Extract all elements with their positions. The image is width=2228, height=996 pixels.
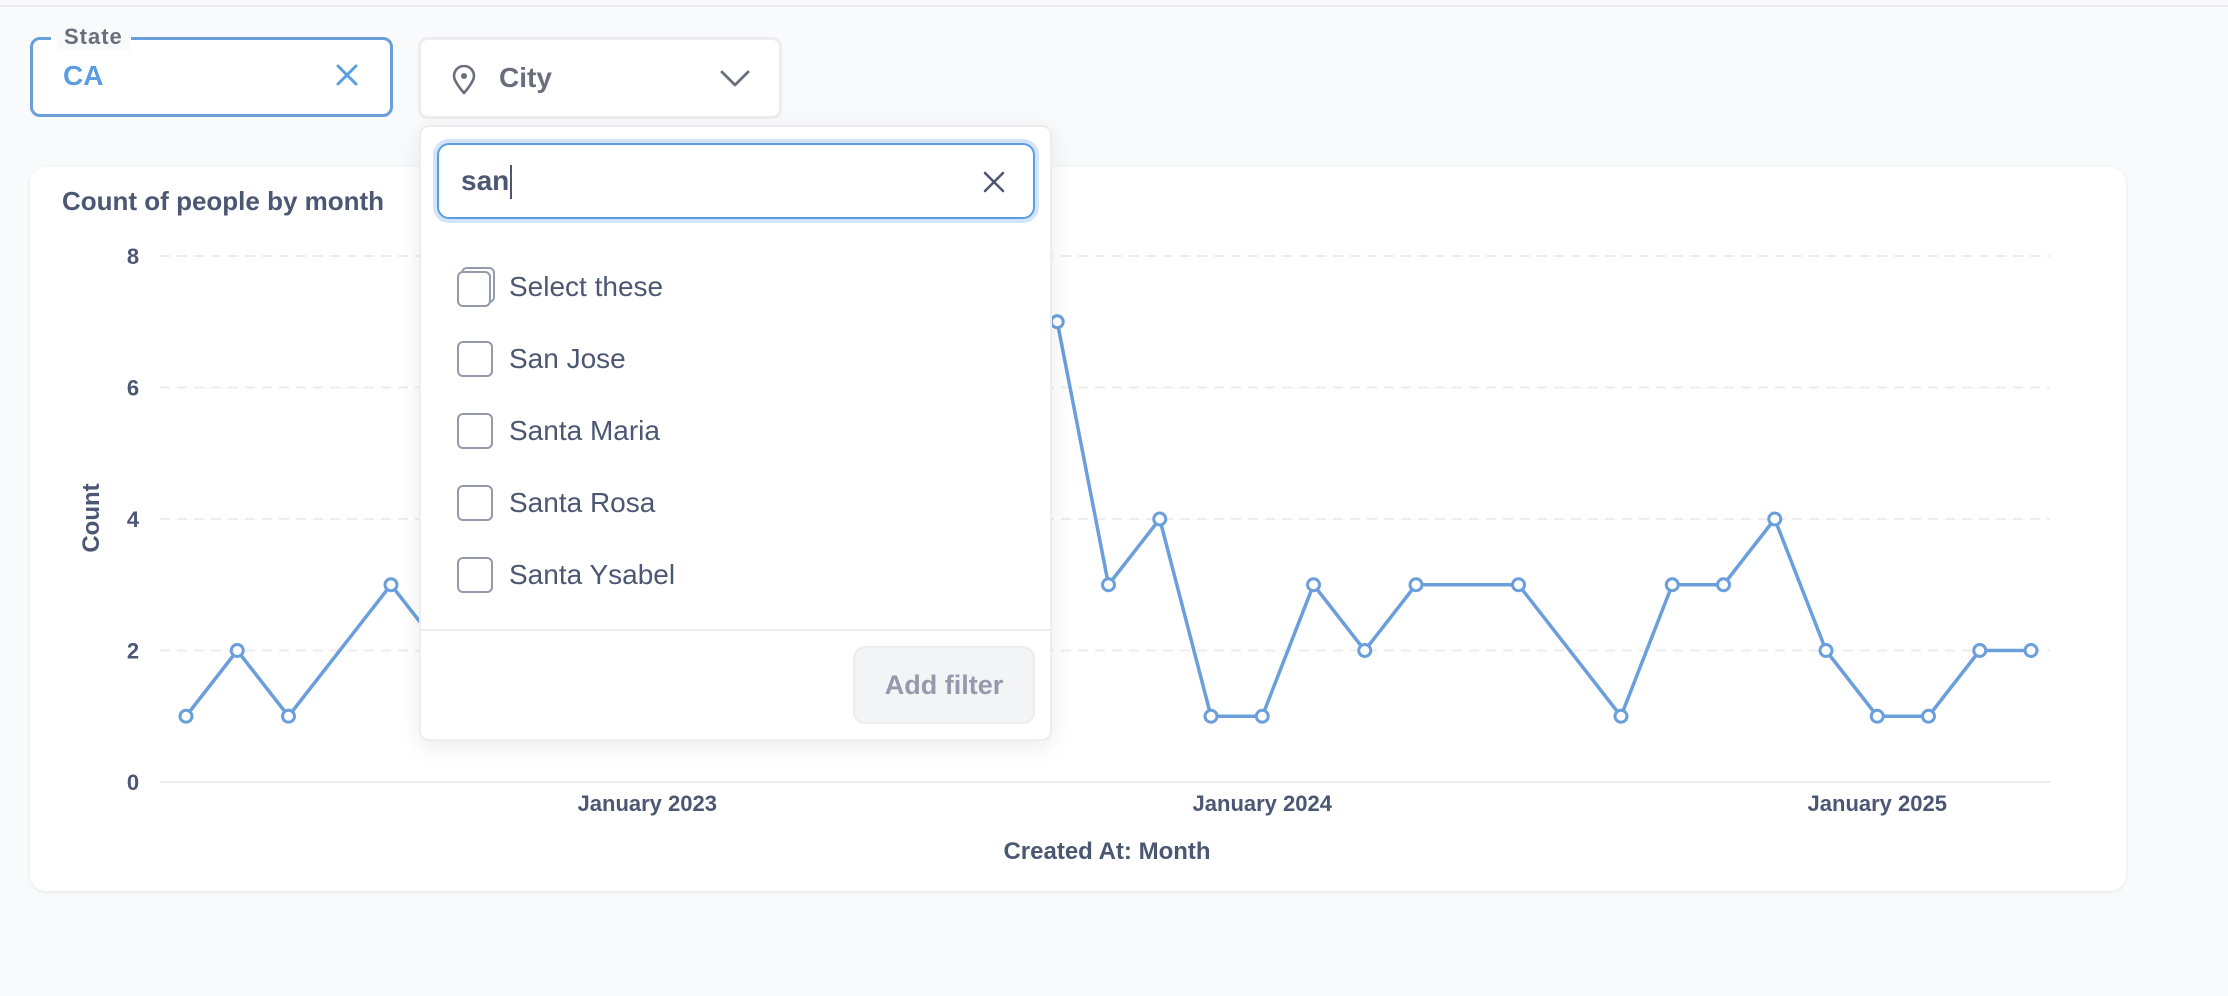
text-cursor bbox=[510, 165, 512, 199]
y-axis-title: Count bbox=[78, 483, 105, 552]
data-point bbox=[1921, 708, 1936, 724]
option-label: Select these bbox=[509, 271, 664, 302]
city-search-input[interactable] bbox=[461, 161, 941, 201]
data-point bbox=[1101, 577, 1116, 593]
city-option[interactable]: Santa Rosa bbox=[457, 478, 1017, 528]
y-tick-label: 6 bbox=[127, 376, 139, 401]
data-point bbox=[2023, 643, 2039, 658]
data-point bbox=[1972, 643, 1988, 658]
data-point bbox=[1613, 708, 1629, 724]
x-tick-label: January 2024 bbox=[1193, 791, 1333, 816]
x-axis-title: Created At: Month bbox=[1003, 838, 1210, 865]
data-point bbox=[1511, 577, 1526, 593]
data-point bbox=[1254, 708, 1270, 724]
data-point bbox=[1716, 577, 1731, 593]
divider bbox=[421, 629, 1050, 631]
city-search-box[interactable] bbox=[437, 143, 1035, 219]
data-point bbox=[178, 708, 194, 724]
y-tick-label: 4 bbox=[127, 507, 140, 532]
y-tick-label: 2 bbox=[127, 639, 139, 664]
select-all-option[interactable]: Select these bbox=[457, 262, 1017, 312]
data-point bbox=[1357, 643, 1373, 658]
data-point bbox=[1664, 577, 1680, 593]
city-dropdown-panel: Select these San Jose Santa Maria Santa … bbox=[419, 125, 1052, 741]
data-point bbox=[1408, 577, 1424, 593]
x-axis-ticks: January 2023 January 2024 January 2025 bbox=[578, 791, 1947, 816]
y-tick-label: 8 bbox=[127, 244, 139, 269]
city-option[interactable]: Santa Ysabel bbox=[457, 550, 1017, 600]
option-label: San Jose bbox=[509, 343, 626, 374]
data-point bbox=[1203, 708, 1219, 724]
data-point bbox=[383, 577, 399, 593]
close-icon[interactable] bbox=[981, 169, 1007, 195]
add-filter-button[interactable]: Add filter bbox=[853, 646, 1035, 724]
city-option[interactable]: Santa Maria bbox=[457, 406, 1017, 456]
data-point bbox=[229, 643, 245, 658]
line-chart: 02468 January 2023 January 2024 January 20… bbox=[78, 244, 2050, 865]
data-point bbox=[281, 708, 296, 724]
data-point bbox=[1306, 577, 1321, 593]
select-all-checkbox[interactable] bbox=[457, 267, 495, 307]
data-point bbox=[1152, 511, 1168, 527]
data-point bbox=[1818, 643, 1834, 658]
y-tick-label: 0 bbox=[127, 770, 139, 795]
data-point bbox=[1869, 708, 1885, 724]
checkbox[interactable] bbox=[457, 485, 493, 521]
x-tick-label: January 2023 bbox=[578, 791, 717, 816]
checkbox[interactable] bbox=[457, 341, 493, 377]
data-point bbox=[1049, 314, 1065, 330]
x-tick-label: January 2025 bbox=[1808, 791, 1947, 816]
checkbox[interactable] bbox=[457, 557, 493, 593]
option-label: Santa Maria bbox=[509, 415, 660, 446]
city-option[interactable]: San Jose bbox=[457, 334, 1017, 384]
data-point bbox=[1767, 511, 1783, 527]
y-axis-ticks: 0 2 4 6 8 bbox=[127, 244, 140, 795]
checkbox[interactable] bbox=[457, 413, 493, 449]
option-label: Santa Ysabel bbox=[509, 559, 676, 590]
option-label: Santa Rosa bbox=[509, 487, 656, 518]
